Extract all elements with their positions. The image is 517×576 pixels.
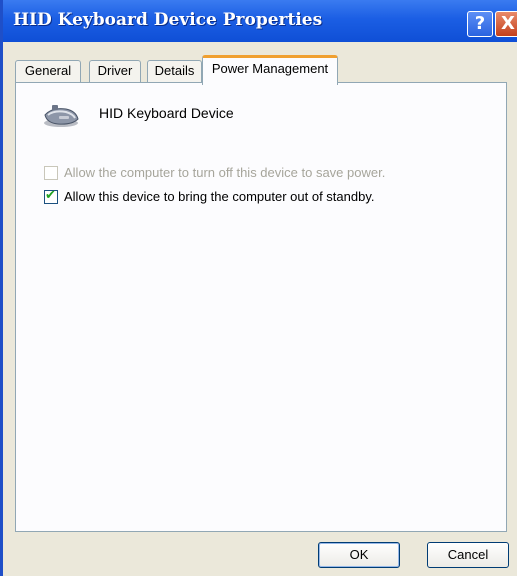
device-name: HID Keyboard Device: [99, 105, 234, 121]
allow-wake-label[interactable]: Allow this device to bring the computer …: [64, 189, 374, 204]
close-button[interactable]: X: [495, 11, 517, 37]
tab-general[interactable]: General: [15, 60, 81, 82]
allow-turn-off-checkbox: [44, 166, 58, 180]
properties-dialog: HID Keyboard Device Properties ? X Gener…: [0, 0, 517, 576]
cancel-button[interactable]: Cancel: [427, 542, 509, 568]
allow-wake-checkbox[interactable]: ✔: [44, 188, 58, 204]
checkmark-icon: ✔: [45, 188, 56, 203]
power-management-panel: HID Keyboard Device Allow the computer t…: [15, 82, 507, 532]
tab-details[interactable]: Details: [147, 60, 202, 82]
title-bar[interactable]: HID Keyboard Device Properties ? X: [3, 0, 517, 42]
help-button[interactable]: ?: [467, 11, 493, 37]
window-title: HID Keyboard Device Properties: [13, 10, 323, 30]
keyboard-icon: [44, 105, 79, 127]
allow-turn-off-label: Allow the computer to turn off this devi…: [64, 165, 386, 180]
tab-driver[interactable]: Driver: [89, 60, 141, 82]
tab-power-management[interactable]: Power Management: [202, 55, 338, 85]
ok-button[interactable]: OK: [318, 542, 400, 568]
